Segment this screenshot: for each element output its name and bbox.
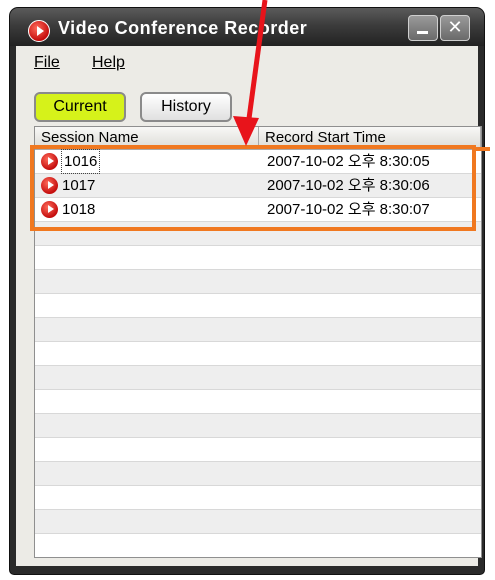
tab-current[interactable]: Current [34,92,126,122]
empty-table-row [35,414,481,438]
empty-table-row [35,438,481,462]
record-icon [28,20,50,42]
empty-table-row [35,390,481,414]
window-title: Video Conference Recorder [58,18,308,38]
empty-table-row [35,510,481,534]
highlight-box-tail [476,147,490,151]
menu-bar: File Help [16,46,478,76]
minimize-button[interactable] [408,15,438,41]
minimize-icon [417,31,428,34]
empty-table-row [35,366,481,390]
empty-table-row [35,342,481,366]
close-button[interactable]: ✕ [440,15,470,41]
empty-table-row [35,246,481,270]
empty-table-row [35,462,481,486]
close-icon: ✕ [447,17,463,37]
menu-help[interactable]: Help [92,54,125,72]
empty-table-row [35,294,481,318]
empty-table-row [35,270,481,294]
status-bar [16,562,478,566]
client-area: File Help Current History Session Name R… [16,46,482,566]
app-window: Video Conference Recorder ✕ File Help Cu… [10,8,484,574]
empty-table-row [35,318,481,342]
empty-table-row [35,534,481,557]
menu-file[interactable]: File [34,54,60,72]
empty-table-row [35,486,481,510]
title-bar[interactable]: Video Conference Recorder ✕ [10,8,484,46]
highlight-box [30,145,476,231]
tab-history[interactable]: History [140,92,232,122]
